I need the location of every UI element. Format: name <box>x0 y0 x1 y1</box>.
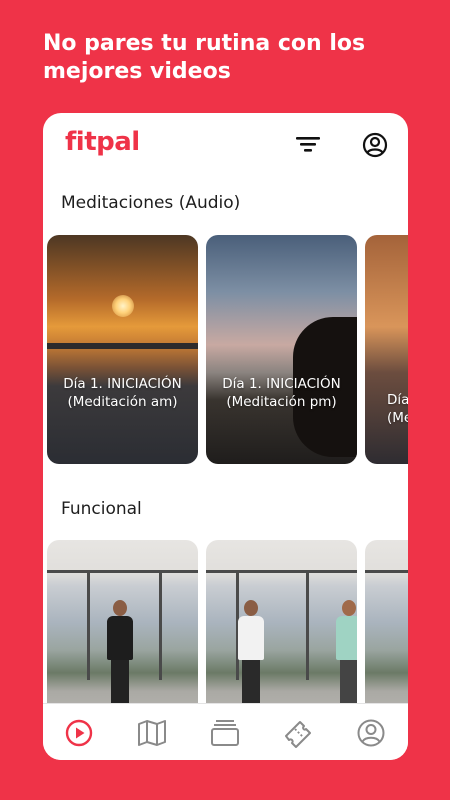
sun-image <box>112 295 134 317</box>
video-card[interactable]: Día 1. INICIACIÓN (Meditación am) <box>47 235 198 464</box>
nav-tickets[interactable] <box>282 718 314 748</box>
window-mullion <box>87 570 90 680</box>
horizon-image <box>47 343 198 349</box>
bottom-navigation <box>43 703 408 760</box>
section-title-meditaciones: Meditaciones (Audio) <box>61 193 241 213</box>
filter-icon <box>296 137 320 152</box>
window-mullion <box>159 570 162 680</box>
funcional-carousel[interactable] <box>47 540 408 705</box>
app-logo: fitpal <box>65 127 140 157</box>
user-circle-icon <box>357 719 385 747</box>
trainer-figure <box>334 600 357 705</box>
window-frame <box>365 570 408 680</box>
trainer-figure <box>236 600 266 705</box>
trainer-figure <box>105 600 135 705</box>
video-card[interactable] <box>47 540 198 705</box>
filter-button[interactable] <box>294 132 322 156</box>
top-bar: fitpal <box>43 113 408 173</box>
nav-videos[interactable] <box>63 718 95 748</box>
nav-collections[interactable] <box>209 718 241 748</box>
app-screen: fitpal Meditaciones (Audio) Día 1. INICI… <box>43 113 408 760</box>
meditaciones-carousel[interactable]: Día 1. INICIACIÓN (Meditación am) Día 1.… <box>47 235 408 465</box>
headline: No pares tu rutina con los mejores video… <box>43 31 366 84</box>
collections-icon <box>211 720 239 746</box>
user-circle-icon <box>362 132 388 158</box>
card-caption: Día 1. INICIACIÓN (Meditación am) <box>63 376 182 410</box>
map-icon <box>138 720 166 746</box>
video-card[interactable]: Día 1. INICIACIÓN (Meditación pm) <box>206 235 357 464</box>
video-card[interactable] <box>365 540 408 705</box>
video-card[interactable]: Día 1. INICIACIÓN (Meditación <box>365 235 408 464</box>
section-title-funcional: Funcional <box>61 499 142 519</box>
nav-map[interactable] <box>136 718 168 748</box>
video-card[interactable] <box>206 540 357 705</box>
window-mullion <box>306 570 309 680</box>
play-circle-icon <box>65 719 93 747</box>
nav-profile[interactable] <box>355 718 387 748</box>
card-caption: Día 1. INICIACIÓN (Meditación <box>387 392 408 426</box>
ticket-icon <box>285 721 311 748</box>
card-caption: Día 1. INICIACIÓN (Meditación pm) <box>222 376 341 410</box>
profile-button[interactable] <box>362 132 388 158</box>
